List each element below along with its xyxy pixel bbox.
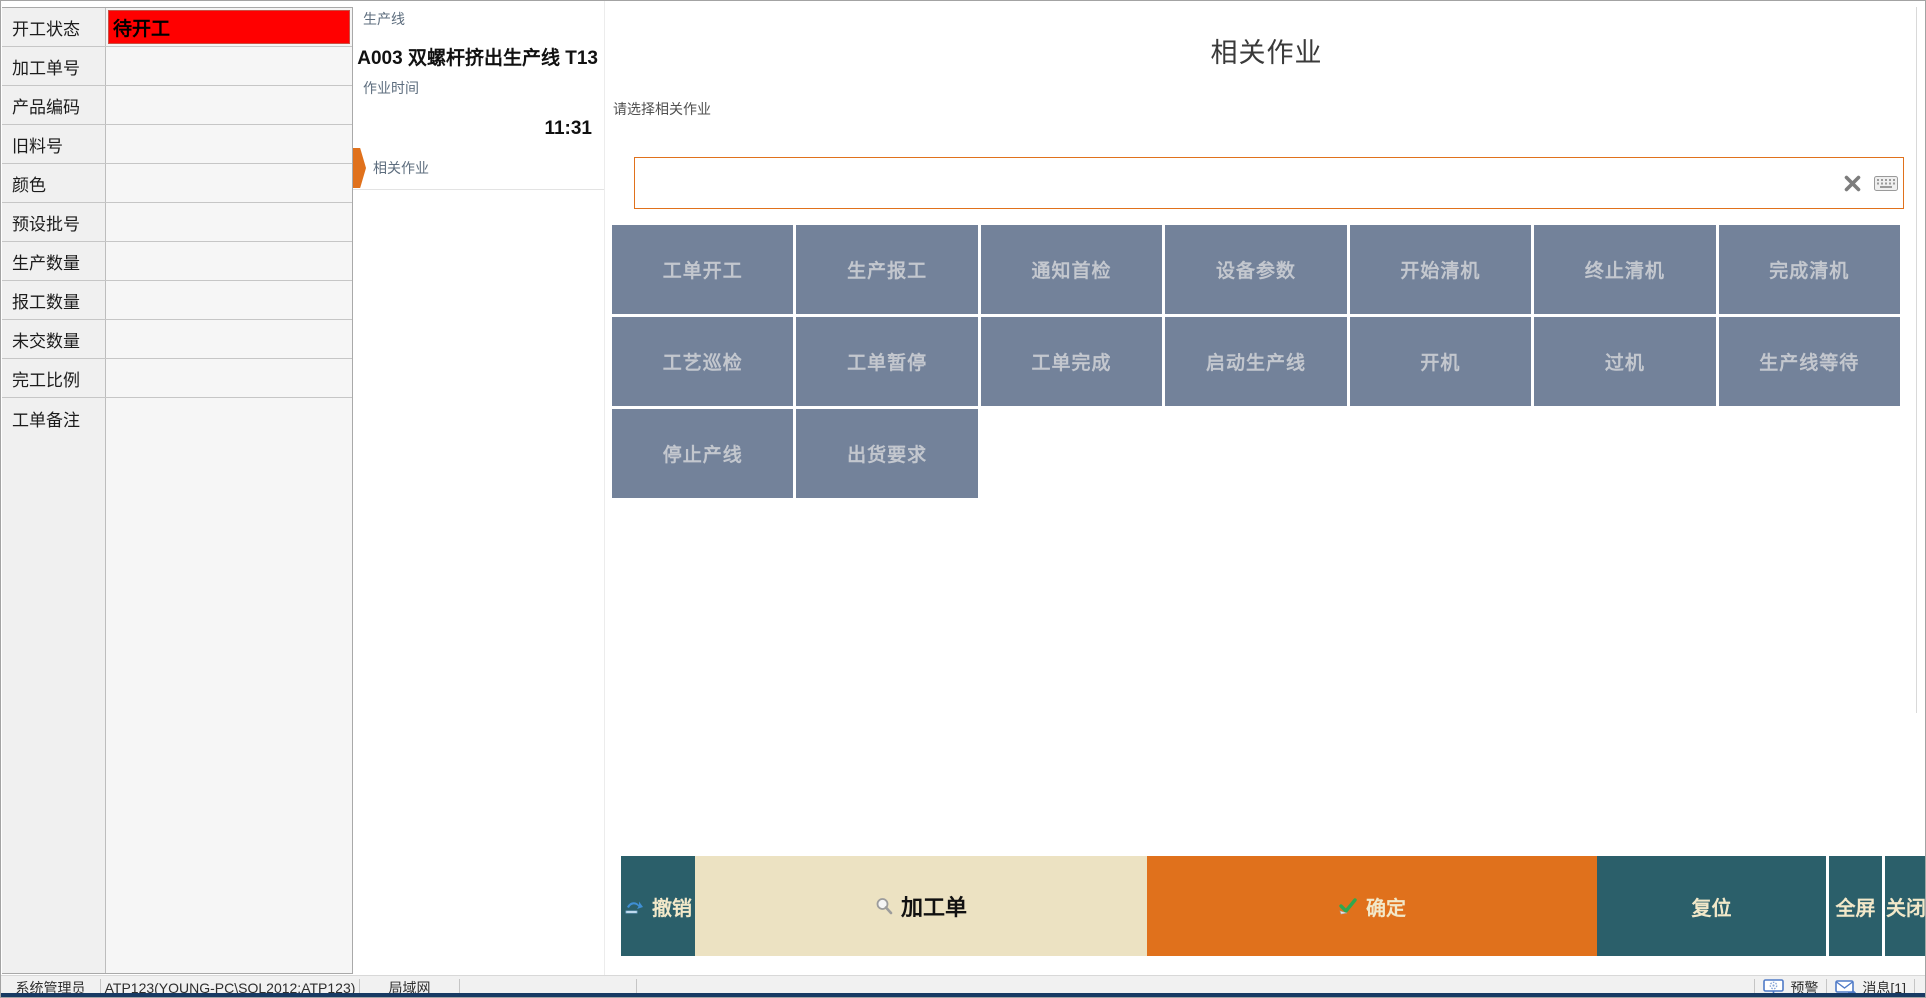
work-order-label: 加工单 xyxy=(901,890,967,922)
undo-arrow-icon xyxy=(624,898,644,914)
close-button[interactable]: 关闭 xyxy=(1882,856,1926,956)
work-order-button[interactable]: 加工单 xyxy=(695,856,1147,956)
app-window: 开工状态 待开工 加工单号 产品编码 旧料号 颜色 预设批号 生产数量 报工数量 xyxy=(0,0,1926,998)
action-button[interactable]: 出货要求 xyxy=(796,409,977,498)
field-label: 加工单号 xyxy=(2,47,106,85)
magnifier-icon xyxy=(875,897,893,915)
action-button[interactable]: 开始清机 xyxy=(1350,225,1531,314)
field-value xyxy=(106,47,352,85)
job-search-input[interactable] xyxy=(635,158,1835,208)
table-row: 预设批号 xyxy=(2,203,352,242)
table-row: 未交数量 xyxy=(2,320,352,359)
action-button[interactable]: 启动生产线 xyxy=(1165,317,1346,406)
field-label: 生产数量 xyxy=(2,242,106,280)
table-row: 加工单号 xyxy=(2,47,352,86)
bottom-accent-line xyxy=(1,993,1925,997)
command-bar: 撤销 加工单 确定 复位 全屏 xyxy=(621,856,1926,956)
check-icon xyxy=(1338,897,1358,915)
field-label: 工单备注 xyxy=(2,398,106,973)
field-value xyxy=(106,164,352,202)
field-value xyxy=(106,359,352,397)
action-button[interactable]: 通知首检 xyxy=(981,225,1162,314)
table-row: 生产数量 xyxy=(2,242,352,281)
work-time-value: 11:31 xyxy=(353,98,604,140)
work-order-info-table: 开工状态 待开工 加工单号 产品编码 旧料号 颜色 预设批号 生产数量 报工数量 xyxy=(2,7,353,974)
action-button[interactable]: 工单开工 xyxy=(612,225,793,314)
action-button[interactable]: 工单暂停 xyxy=(796,317,977,406)
confirm-label: 确定 xyxy=(1366,892,1406,921)
action-button[interactable]: 工单完成 xyxy=(981,317,1162,406)
selected-marker-icon xyxy=(353,148,366,188)
field-label: 旧料号 xyxy=(2,125,106,163)
field-value xyxy=(106,125,352,163)
reset-button[interactable]: 复位 xyxy=(1597,856,1826,956)
page-title: 相关作业 xyxy=(605,31,1926,70)
action-button[interactable]: 设备参数 xyxy=(1165,225,1346,314)
status-badge: 待开工 xyxy=(108,10,350,44)
panel-item-label: 相关作业 xyxy=(373,158,429,178)
close-label: 关闭 xyxy=(1886,892,1926,921)
production-line-label: 生产线 xyxy=(353,1,604,29)
table-row: 开工状态 待开工 xyxy=(2,8,352,47)
table-row: 产品编码 xyxy=(2,86,352,125)
field-label: 颜色 xyxy=(2,164,106,202)
field-label: 开工状态 xyxy=(2,8,106,46)
table-row: 颜色 xyxy=(2,164,352,203)
job-search-box xyxy=(634,157,1904,209)
field-value xyxy=(106,398,352,973)
field-label: 报工数量 xyxy=(2,281,106,319)
action-button[interactable]: 停止产线 xyxy=(612,409,793,498)
fullscreen-button[interactable]: 全屏 xyxy=(1826,856,1882,956)
action-button[interactable]: 完成清机 xyxy=(1719,225,1900,314)
action-button[interactable]: 开机 xyxy=(1350,317,1531,406)
action-button[interactable]: 工艺巡检 xyxy=(612,317,793,406)
scrollbar[interactable] xyxy=(1916,7,1917,713)
field-label: 完工比例 xyxy=(2,359,106,397)
panel-item-related-jobs[interactable]: 相关作业 xyxy=(353,146,604,190)
field-label: 未交数量 xyxy=(2,320,106,358)
production-line-panel: 生产线 A003 双螺杆挤出生产线 T13 作业时间 11:31 相关作业 xyxy=(353,1,605,975)
action-button[interactable]: 生产线等待 xyxy=(1719,317,1900,406)
fullscreen-label: 全屏 xyxy=(1836,892,1876,921)
production-line-value: A003 双螺杆挤出生产线 T13 xyxy=(353,29,604,70)
undo-button[interactable]: 撤销 xyxy=(621,856,695,956)
related-jobs-page: 相关作业 请选择相关作业 xyxy=(605,1,1925,856)
table-row: 完工比例 xyxy=(2,359,352,398)
action-button[interactable]: 过机 xyxy=(1534,317,1715,406)
field-value xyxy=(106,320,352,358)
field-value xyxy=(106,203,352,241)
work-time-label: 作业时间 xyxy=(353,70,604,98)
selection-prompt: 请选择相关作业 xyxy=(613,99,711,119)
table-row: 报工数量 xyxy=(2,281,352,320)
table-row: 工单备注 xyxy=(2,398,352,973)
field-label: 产品编码 xyxy=(2,86,106,124)
field-value xyxy=(106,242,352,280)
field-value xyxy=(106,281,352,319)
confirm-button[interactable]: 确定 xyxy=(1147,856,1597,956)
reset-label: 复位 xyxy=(1692,892,1732,921)
clear-x-icon[interactable] xyxy=(1835,158,1869,208)
field-value xyxy=(106,86,352,124)
action-button[interactable]: 终止清机 xyxy=(1534,225,1715,314)
action-grid: 工单开工 生产报工 通知首检 设备参数 开始清机 终止清机 完成清机 工艺巡检 … xyxy=(612,225,1900,498)
table-row: 旧料号 xyxy=(2,125,352,164)
action-button[interactable]: 生产报工 xyxy=(796,225,977,314)
keyboard-icon[interactable] xyxy=(1869,158,1903,208)
field-label: 预设批号 xyxy=(2,203,106,241)
undo-label: 撤销 xyxy=(652,892,692,921)
